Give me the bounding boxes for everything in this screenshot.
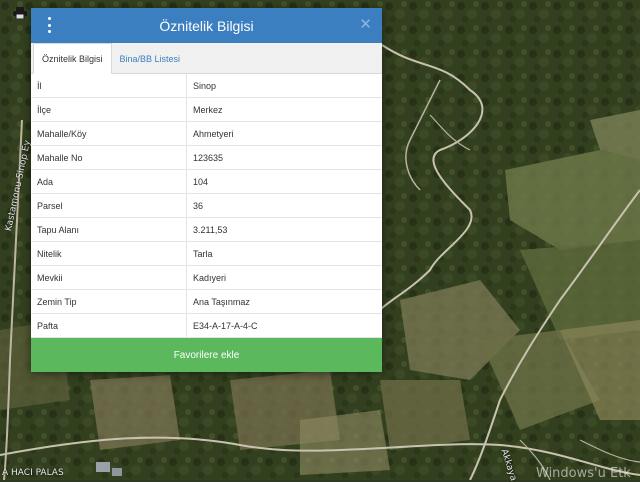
dialog-title: Öznitelik Bilgisi: [159, 17, 254, 34]
close-icon[interactable]: ✕: [359, 15, 372, 33]
row-key: İl: [31, 74, 187, 98]
row-value: E34-A-17-A-4-C: [186, 313, 382, 338]
row-key: Mahalle No: [31, 145, 187, 170]
row-key: Ada: [31, 169, 187, 194]
table-row: Pafta E34-A-17-A-4-C: [31, 313, 382, 338]
add-to-favorites-button[interactable]: Favorilere ekle: [31, 338, 382, 372]
table-row: İlçe Merkez: [31, 97, 382, 122]
attribute-table: İl Sinop İlçe Merkez Mahalle/Köy Ahmetyeri …: [31, 74, 382, 338]
menu-dots-icon[interactable]: [41, 17, 57, 33]
table-row: Zemin Tip Ana Taşınmaz: [31, 289, 382, 314]
row-value: Ana Taşınmaz: [186, 289, 382, 314]
row-key: Tapu Alanı: [31, 217, 187, 242]
place-label: A HACI PALAS: [2, 468, 64, 478]
table-row: Mevkii Kadıyeri: [31, 265, 382, 290]
table-row: Mahalle No 123635: [31, 145, 382, 170]
tab-attribute-info[interactable]: Öznitelik Bilgisi: [33, 43, 112, 74]
row-key: Pafta: [31, 313, 187, 338]
row-value: 123635: [186, 145, 382, 170]
row-key: Mevkii: [31, 265, 187, 290]
attribute-dialog: Öznitelik Bilgisi ✕ Öznitelik Bilgisi Bi…: [31, 8, 382, 372]
row-value: Tarla: [186, 241, 382, 266]
tab-building-list[interactable]: Bina/BB Listesi: [112, 44, 189, 73]
row-key: İlçe: [31, 97, 187, 122]
row-value: 104: [186, 169, 382, 194]
row-key: Nitelik: [31, 241, 187, 266]
row-key: Mahalle/Köy: [31, 121, 187, 146]
activation-watermark: Windows'u Etk: [536, 466, 631, 481]
dialog-header: Öznitelik Bilgisi ✕: [31, 8, 382, 43]
table-row: Parsel 36: [31, 193, 382, 218]
table-row: Nitelik Tarla: [31, 241, 382, 266]
table-row: Ada 104: [31, 169, 382, 194]
row-value: Sinop: [186, 74, 382, 98]
row-value: Merkez: [186, 97, 382, 122]
table-row: Mahalle/Köy Ahmetyeri: [31, 121, 382, 146]
dialog-tabs: Öznitelik Bilgisi Bina/BB Listesi: [31, 43, 382, 74]
print-icon: [13, 7, 27, 19]
print-button[interactable]: [10, 6, 30, 20]
table-row: İl Sinop: [31, 74, 382, 98]
row-value: Kadıyeri: [186, 265, 382, 290]
row-value: Ahmetyeri: [186, 121, 382, 146]
row-value: 3.211,53: [186, 217, 382, 242]
row-key: Parsel: [31, 193, 187, 218]
row-key: Zemin Tip: [31, 289, 187, 314]
table-row: Tapu Alanı 3.211,53: [31, 217, 382, 242]
row-value: 36: [186, 193, 382, 218]
